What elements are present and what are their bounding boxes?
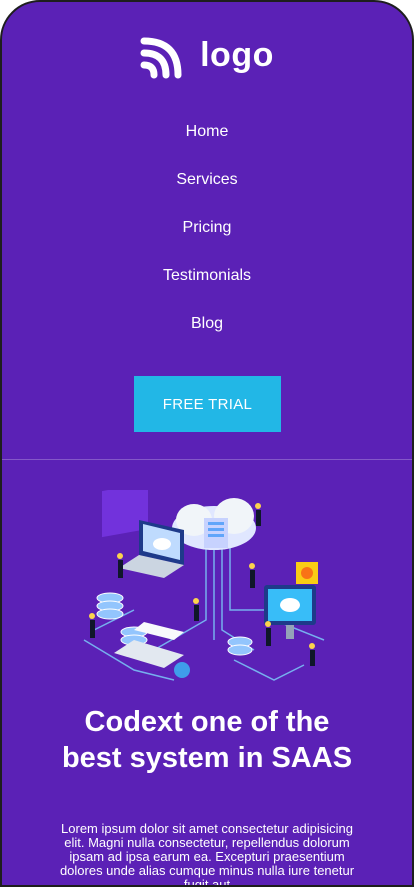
free-trial-button[interactable]: FREE TRIAL [134,376,281,432]
hero-title-line1: Codext one of the [84,706,330,738]
nav-pricing[interactable]: Pricing [2,214,412,262]
header-section: logo Home Services Pricing Testimonials … [2,2,412,460]
hero-description: Lorem ipsum dolor sit amet consectetur a… [59,821,355,887]
hero-title: Codext one of the best system in SAAS [32,704,382,776]
cloud-server-icon [172,498,256,550]
logo-text: logo [200,35,274,74]
main-nav: Home Services Pricing Testimonials Blog [2,118,412,358]
cloud-saas-illustration [83,490,325,681]
nav-blog[interactable]: Blog [2,310,412,358]
brand-logo[interactable]: logo [2,30,412,80]
phone-frame: logo Home Services Pricing Testimonials … [0,0,414,887]
nav-testimonials[interactable]: Testimonials [2,262,412,310]
monitor-icon [264,562,318,639]
nav-home[interactable]: Home [2,118,412,166]
nav-services[interactable]: Services [2,166,412,214]
hero-title-line2: best system in SAAS [61,742,353,774]
logo-icon [140,37,182,79]
